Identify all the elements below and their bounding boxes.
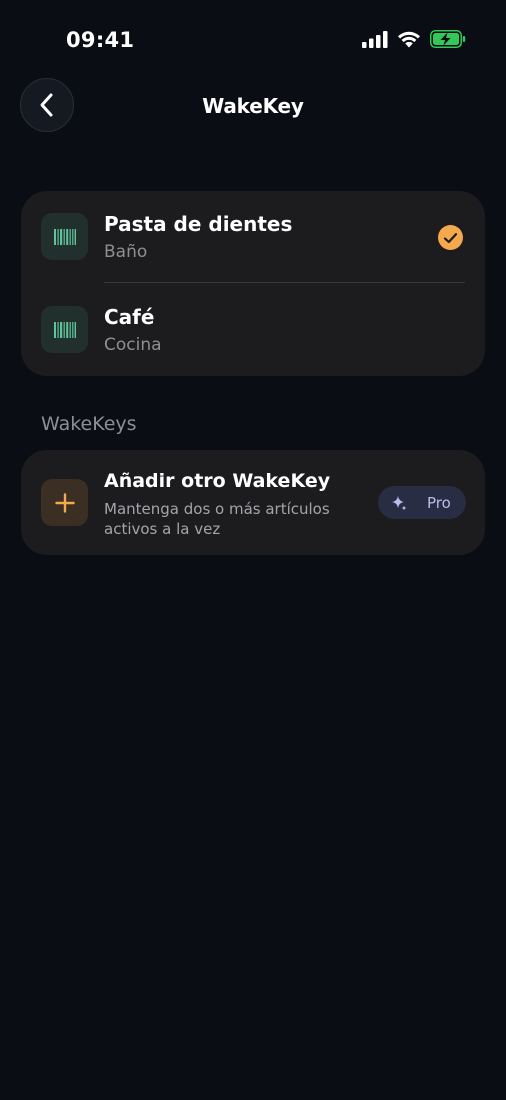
item-icon-tile — [41, 213, 88, 260]
item-name: Café — [104, 305, 155, 329]
add-wakekey-description: Mantenga dos o más artículos activos a l… — [104, 500, 330, 538]
list-item[interactable]: Pasta de dientes Baño — [21, 191, 485, 283]
item-location: Cocina — [104, 335, 162, 355]
list-item[interactable]: Café Cocina — [21, 284, 485, 376]
barcode-icon — [53, 228, 76, 245]
checkmark-icon — [438, 225, 463, 250]
sparkle-icon — [392, 496, 407, 511]
battery-charging-icon — [430, 30, 466, 48]
item-name: Pasta de dientes — [104, 212, 293, 236]
barcode-icon — [53, 321, 76, 338]
wifi-icon — [398, 31, 420, 47]
status-bar: 09:41 — [0, 0, 506, 80]
section-label: WakeKeys — [41, 413, 137, 435]
add-wakekey-button[interactable]: Añadir otro WakeKey Mantenga dos o más a… — [21, 450, 485, 555]
status-icons — [362, 30, 466, 48]
wakekey-items-card: Pasta de dientes Baño Café Cocina — [21, 191, 485, 376]
item-location: Baño — [104, 242, 148, 262]
page-title: WakeKey — [202, 94, 304, 118]
add-wakekey-title: Añadir otro WakeKey — [104, 470, 331, 492]
cellular-signal-icon — [362, 30, 388, 48]
divider — [104, 282, 465, 283]
pro-badge[interactable]: Pro — [378, 486, 466, 519]
pro-label: Pro — [427, 494, 451, 512]
status-time: 09:41 — [66, 28, 135, 52]
plus-icon — [54, 492, 75, 513]
add-wakekey-card: Añadir otro WakeKey Mantenga dos o más a… — [21, 450, 485, 555]
item-icon-tile — [41, 306, 88, 353]
add-icon-tile — [41, 479, 88, 526]
